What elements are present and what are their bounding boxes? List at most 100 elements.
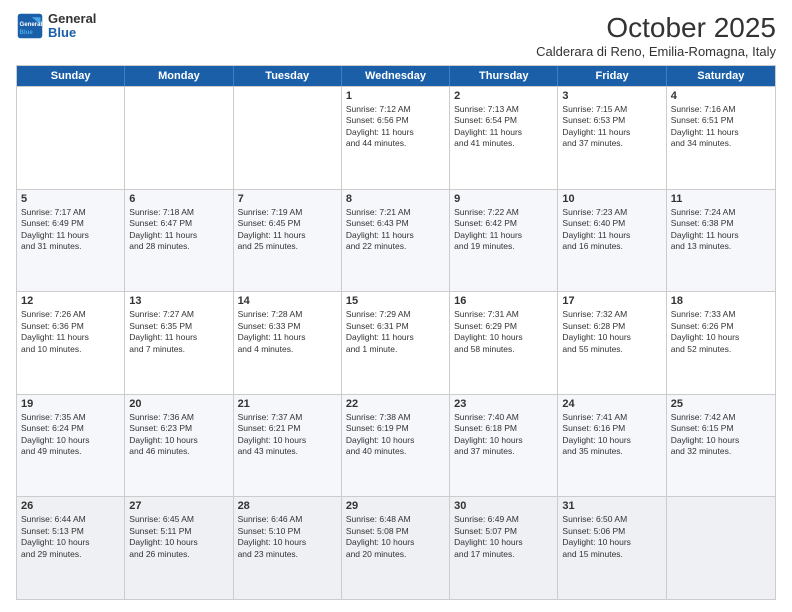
calendar-cell-31: 31Sunrise: 6:50 AM Sunset: 5:06 PM Dayli…: [558, 497, 666, 599]
calendar-cell-4: 4Sunrise: 7:16 AM Sunset: 6:51 PM Daylig…: [667, 87, 775, 189]
calendar-cell-empty-0-2: [234, 87, 342, 189]
calendar-cell-2: 2Sunrise: 7:13 AM Sunset: 6:54 PM Daylig…: [450, 87, 558, 189]
cell-date: 19: [21, 398, 120, 410]
cell-info: Sunrise: 7:42 AM Sunset: 6:15 PM Dayligh…: [671, 412, 771, 458]
calendar-cell-8: 8Sunrise: 7:21 AM Sunset: 6:43 PM Daylig…: [342, 190, 450, 292]
cell-date: 24: [562, 398, 661, 410]
calendar-row-3: 12Sunrise: 7:26 AM Sunset: 6:36 PM Dayli…: [17, 291, 775, 394]
svg-text:General: General: [20, 21, 43, 28]
calendar-cell-11: 11 Sunrise: 7:24 AM Sunset: 6:38 PM Dayli…: [667, 190, 775, 292]
cell-info: Sunrise: 7:37 AM Sunset: 6:21 PM Dayligh…: [238, 412, 337, 458]
cell-date: 14: [238, 295, 337, 307]
svg-text:Blue: Blue: [20, 29, 34, 36]
day-header-saturday: Saturday: [667, 66, 775, 86]
cell-date: 26: [21, 500, 120, 512]
calendar-cell-28: 28 Sunrise: 6:46 AM Sunset: 5:10 PM Dayli…: [234, 497, 342, 599]
calendar-cell-24: 24Sunrise: 7:41 AM Sunset: 6:16 PM Dayli…: [558, 395, 666, 497]
cell-info: Sunrise: 7:24 AM Sunset: 6:38 PM Dayligh…: [671, 207, 771, 253]
calendar-cell-1: 1Sunrise: 7:12 AM Sunset: 6:56 PM Daylig…: [342, 87, 450, 189]
cell-info: Sunrise: 7:38 AM Sunset: 6:19 PM Dayligh…: [346, 412, 445, 458]
calendar-cell-3: 3Sunrise: 7:15 AM Sunset: 6:53 PM Daylig…: [558, 87, 666, 189]
calendar-cell-21: 21Sunrise: 7:37 AM Sunset: 6:21 PM Dayli…: [234, 395, 342, 497]
cell-date: 9: [454, 193, 553, 205]
calendar-cell-16: 16 Sunrise: 7:31 AM Sunset: 6:29 PM Dayli…: [450, 292, 558, 394]
calendar-cell-20: 20 Sunrise: 7:36 AM Sunset: 6:23 PM Dayli…: [125, 395, 233, 497]
calendar-cell-23: 23 Sunrise: 7:40 AM Sunset: 6:18 PM Dayli…: [450, 395, 558, 497]
cell-info: Sunrise: 7:36 AM Sunset: 6:23 PM Dayligh…: [129, 412, 228, 458]
cell-date: 12: [21, 295, 120, 307]
cell-date: 11: [671, 193, 771, 205]
calendar-cell-26: 26 Sunrise: 6:44 AM Sunset: 5:13 PM Dayli…: [17, 497, 125, 599]
calendar-cell-13: 13 Sunrise: 7:27 AM Sunset: 6:35 PM Dayli…: [125, 292, 233, 394]
month-title: October 2025: [536, 12, 776, 44]
cell-date: 22: [346, 398, 445, 410]
calendar-row-4: 19 Sunrise: 7:35 AM Sunset: 6:24 PM Dayli…: [17, 394, 775, 497]
cell-info: Sunrise: 7:33 AM Sunset: 6:26 PM Dayligh…: [671, 309, 771, 355]
calendar-row-1: 1Sunrise: 7:12 AM Sunset: 6:56 PM Daylig…: [17, 86, 775, 189]
cell-info: Sunrise: 7:31 AM Sunset: 6:29 PM Dayligh…: [454, 309, 553, 355]
day-header-sunday: Sunday: [17, 66, 125, 86]
cell-info: Sunrise: 7:32 AM Sunset: 6:28 PM Dayligh…: [562, 309, 661, 355]
cell-info: Sunrise: 6:44 AM Sunset: 5:13 PM Dayligh…: [21, 514, 120, 560]
cell-date: 13: [129, 295, 228, 307]
calendar-cell-empty-0-0: [17, 87, 125, 189]
day-header-monday: Monday: [125, 66, 233, 86]
calendar-cell-9: 9 Sunrise: 7:22 AM Sunset: 6:42 PM Daylig…: [450, 190, 558, 292]
cell-date: 28: [238, 500, 337, 512]
day-header-thursday: Thursday: [450, 66, 558, 86]
calendar-body: 1Sunrise: 7:12 AM Sunset: 6:56 PM Daylig…: [17, 86, 775, 599]
calendar-cell-25: 25 Sunrise: 7:42 AM Sunset: 6:15 PM Dayli…: [667, 395, 775, 497]
cell-info: Sunrise: 7:40 AM Sunset: 6:18 PM Dayligh…: [454, 412, 553, 458]
calendar-cell-15: 15 Sunrise: 7:29 AM Sunset: 6:31 PM Dayli…: [342, 292, 450, 394]
cell-info: Sunrise: 6:46 AM Sunset: 5:10 PM Dayligh…: [238, 514, 337, 560]
logo: General Blue General Blue: [16, 12, 96, 41]
calendar-cell-27: 27 Sunrise: 6:45 AM Sunset: 5:11 PM Dayli…: [125, 497, 233, 599]
calendar-cell-7: 7Sunrise: 7:19 AM Sunset: 6:45 PM Daylig…: [234, 190, 342, 292]
cell-date: 25: [671, 398, 771, 410]
cell-info: Sunrise: 7:18 AM Sunset: 6:47 PM Dayligh…: [129, 207, 228, 253]
cell-date: 18: [671, 295, 771, 307]
cell-info: Sunrise: 7:29 AM Sunset: 6:31 PM Dayligh…: [346, 309, 445, 355]
calendar-cell-29: 29Sunrise: 6:48 AM Sunset: 5:08 PM Dayli…: [342, 497, 450, 599]
calendar-cell-5: 5Sunrise: 7:17 AM Sunset: 6:49 PM Daylig…: [17, 190, 125, 292]
calendar-cell-18: 18 Sunrise: 7:33 AM Sunset: 6:26 PM Dayli…: [667, 292, 775, 394]
cell-date: 20: [129, 398, 228, 410]
calendar-cell-19: 19 Sunrise: 7:35 AM Sunset: 6:24 PM Dayli…: [17, 395, 125, 497]
calendar-cell-empty-0-1: [125, 87, 233, 189]
cell-date: 29: [346, 500, 445, 512]
calendar-cell-14: 14Sunrise: 7:28 AM Sunset: 6:33 PM Dayli…: [234, 292, 342, 394]
page: General Blue General Blue October 2025 C…: [0, 0, 792, 612]
calendar: SundayMondayTuesdayWednesdayThursdayFrid…: [16, 65, 776, 600]
cell-date: 1: [346, 90, 445, 102]
calendar-row-5: 26 Sunrise: 6:44 AM Sunset: 5:13 PM Dayli…: [17, 496, 775, 599]
cell-info: Sunrise: 7:22 AM Sunset: 6:42 PM Dayligh…: [454, 207, 553, 253]
cell-info: Sunrise: 7:21 AM Sunset: 6:43 PM Dayligh…: [346, 207, 445, 253]
cell-date: 15: [346, 295, 445, 307]
calendar-cell-17: 17Sunrise: 7:32 AM Sunset: 6:28 PM Dayli…: [558, 292, 666, 394]
cell-date: 16: [454, 295, 553, 307]
logo-text: General Blue: [48, 12, 96, 41]
cell-info: Sunrise: 7:27 AM Sunset: 6:35 PM Dayligh…: [129, 309, 228, 355]
cell-info: Sunrise: 7:23 AM Sunset: 6:40 PM Dayligh…: [562, 207, 661, 253]
calendar-cell-6: 6 Sunrise: 7:18 AM Sunset: 6:47 PM Daylig…: [125, 190, 233, 292]
cell-date: 27: [129, 500, 228, 512]
calendar-row-2: 5Sunrise: 7:17 AM Sunset: 6:49 PM Daylig…: [17, 189, 775, 292]
calendar-cell-12: 12Sunrise: 7:26 AM Sunset: 6:36 PM Dayli…: [17, 292, 125, 394]
cell-date: 10: [562, 193, 661, 205]
calendar-cell-30: 30Sunrise: 6:49 AM Sunset: 5:07 PM Dayli…: [450, 497, 558, 599]
cell-date: 5: [21, 193, 120, 205]
calendar-header: SundayMondayTuesdayWednesdayThursdayFrid…: [17, 66, 775, 86]
cell-info: Sunrise: 7:35 AM Sunset: 6:24 PM Dayligh…: [21, 412, 120, 458]
calendar-cell-22: 22 Sunrise: 7:38 AM Sunset: 6:19 PM Dayli…: [342, 395, 450, 497]
calendar-cell-10: 10 Sunrise: 7:23 AM Sunset: 6:40 PM Dayli…: [558, 190, 666, 292]
calendar-cell-empty-4-6: [667, 497, 775, 599]
cell-date: 6: [129, 193, 228, 205]
day-header-wednesday: Wednesday: [342, 66, 450, 86]
day-header-tuesday: Tuesday: [234, 66, 342, 86]
cell-info: Sunrise: 7:13 AM Sunset: 6:54 PM Dayligh…: [454, 104, 553, 150]
cell-info: Sunrise: 6:50 AM Sunset: 5:06 PM Dayligh…: [562, 514, 661, 560]
cell-info: Sunrise: 6:45 AM Sunset: 5:11 PM Dayligh…: [129, 514, 228, 560]
title-block: October 2025 Calderara di Reno, Emilia-R…: [536, 12, 776, 59]
cell-date: 23: [454, 398, 553, 410]
cell-info: Sunrise: 7:16 AM Sunset: 6:51 PM Dayligh…: [671, 104, 771, 150]
